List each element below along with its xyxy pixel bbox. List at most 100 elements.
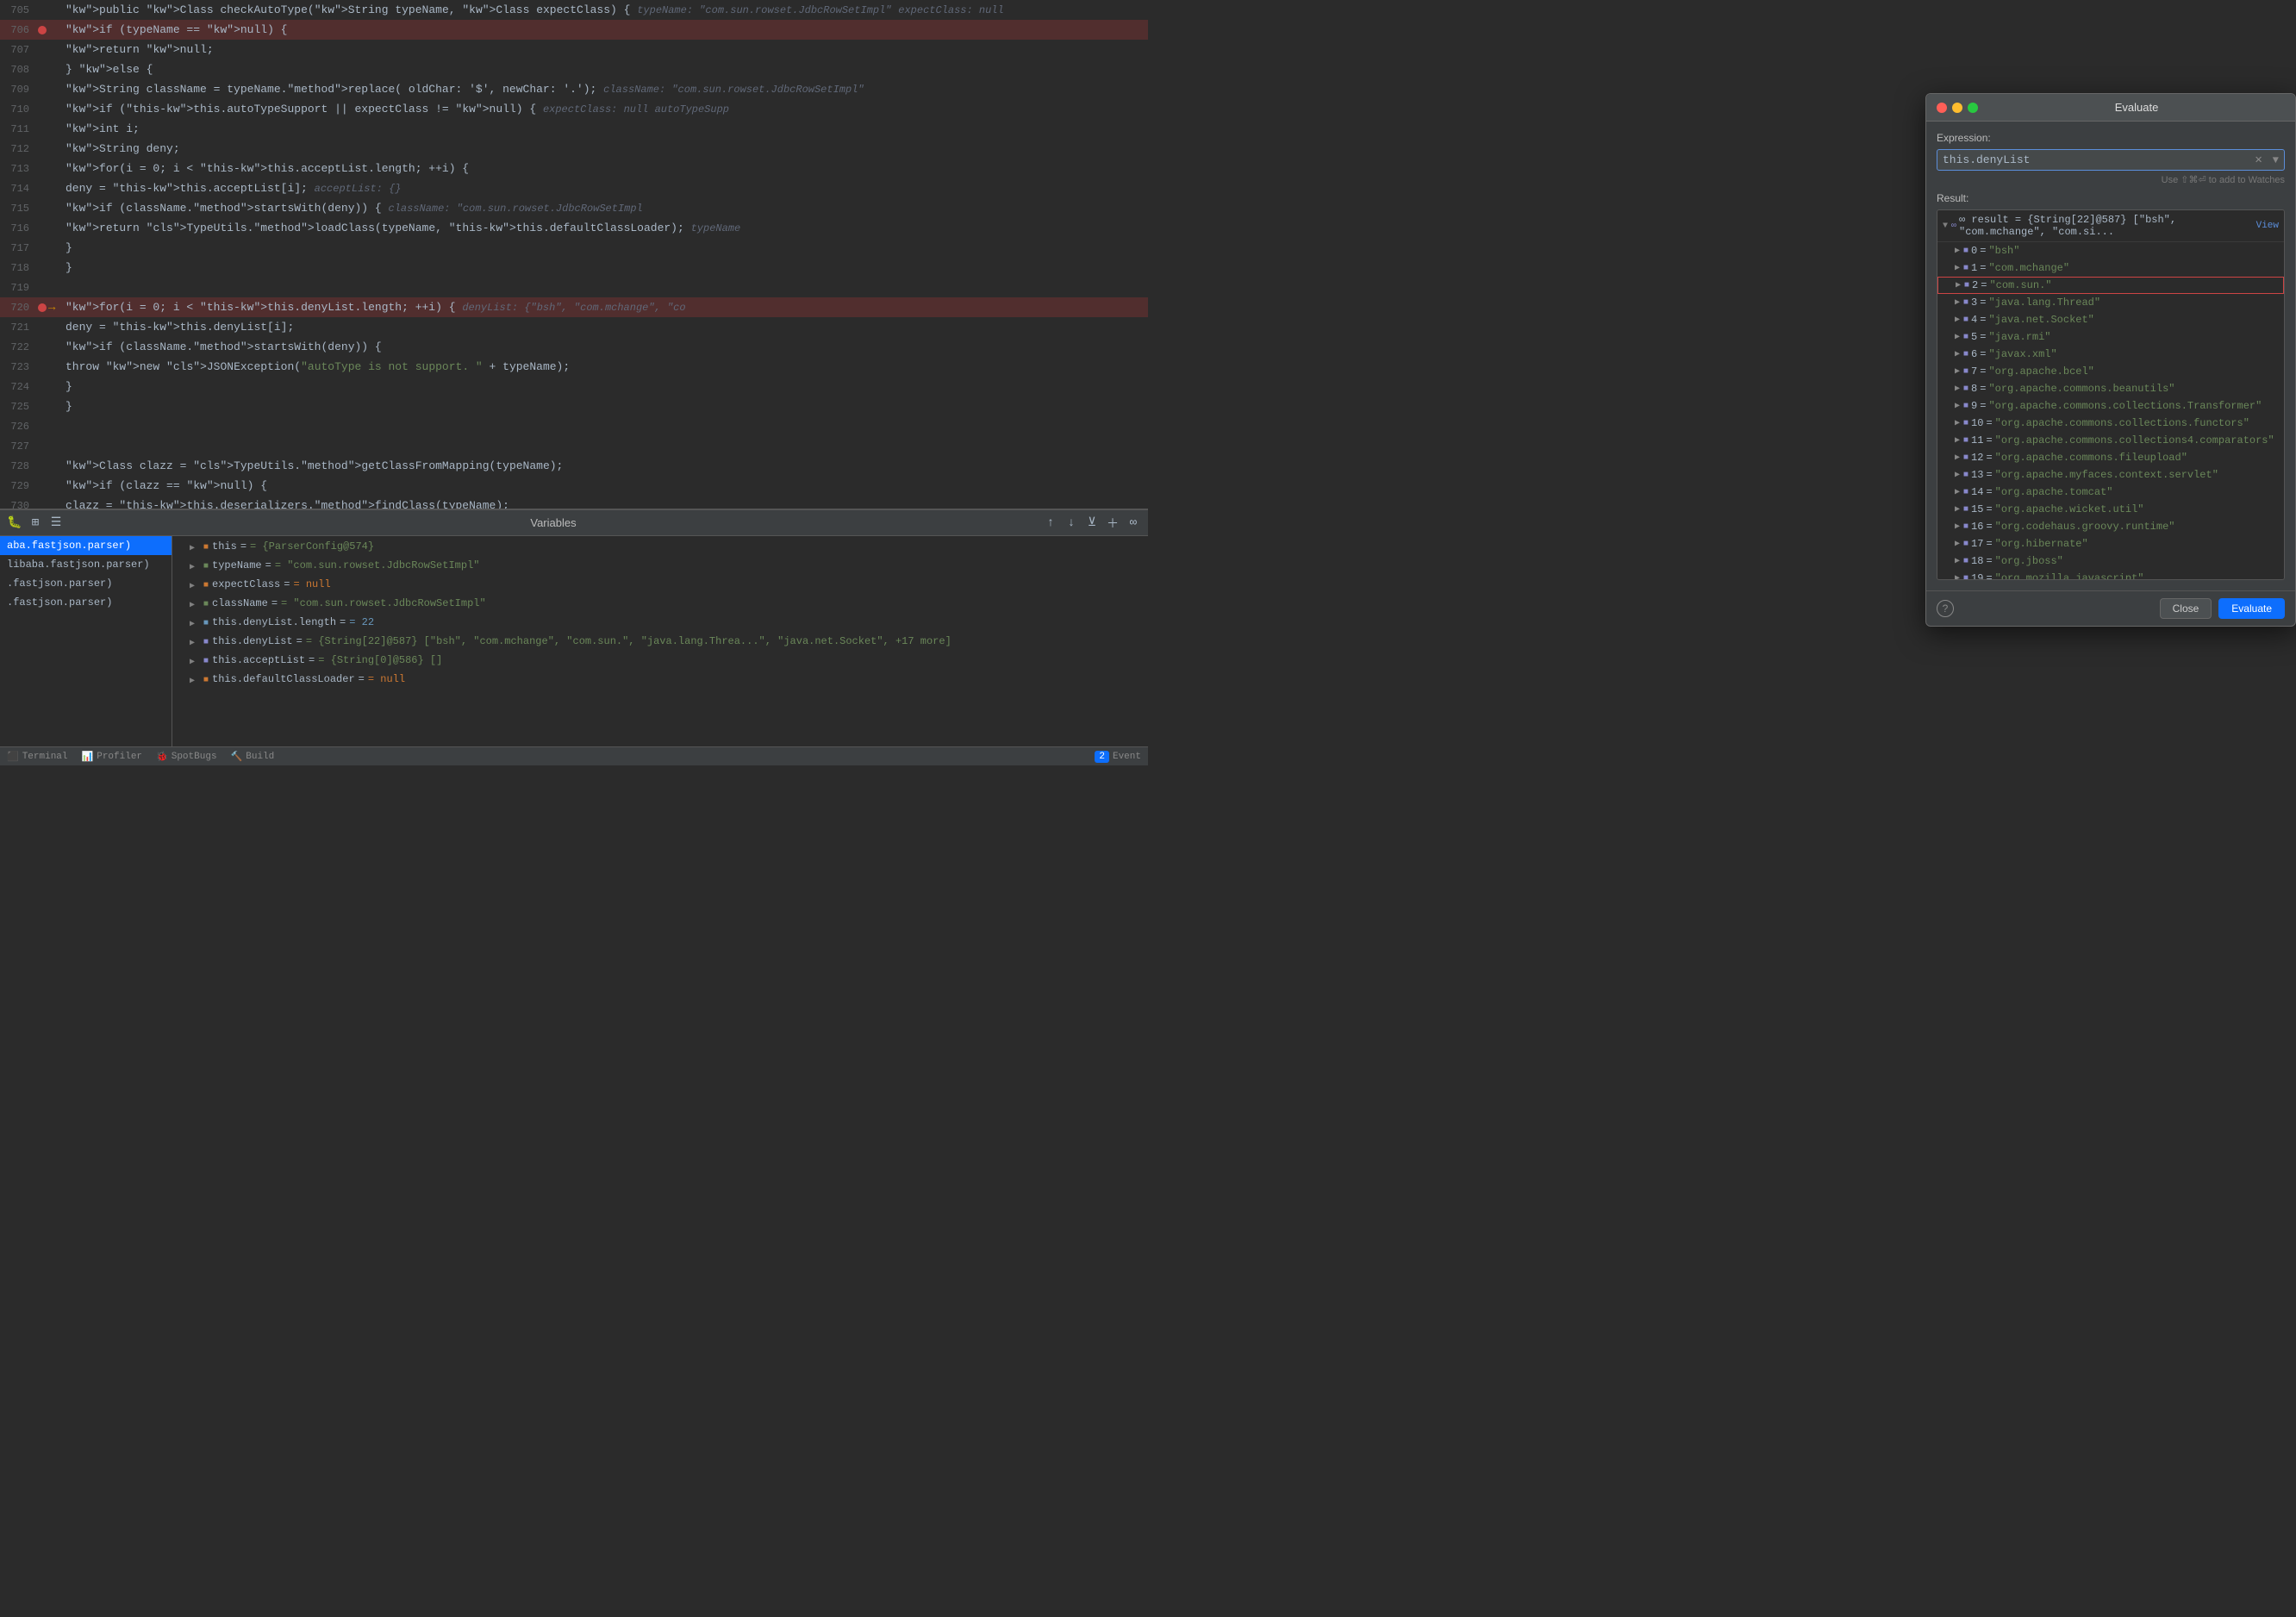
result-item-11[interactable]: ▶ ■ 11 = "org.apache.commons.collections… [1937,432,2284,449]
filter-icon[interactable]: ⊻ [1084,515,1100,531]
call-stack-item-1[interactable]: libaba.fastjson.parser) [0,555,172,574]
result-item-12[interactable]: ▶ ■ 12 = "org.apache.commons.fileupload" [1937,449,2284,466]
item-val-11: "org.apache.commons.collections4.compara… [1995,434,2274,446]
item-val-5: "java.rmi" [1988,331,2050,343]
var-expand-7[interactable]: ▶ [190,676,202,686]
code-line-712: 712 "kw">String deny; [0,139,1148,159]
item-expand-2: ▶ [1956,280,1961,290]
add-icon[interactable]: ＋ [1105,515,1120,531]
result-item-1[interactable]: ▶ ■ 1 = "com.mchange" [1937,259,2284,277]
view-link[interactable]: View [2256,221,2279,231]
step-over-icon[interactable]: ↑ [1043,515,1058,531]
item-index-14: 14 [1971,486,1983,498]
result-item-8[interactable]: ▶ ■ 8 = "org.apache.commons.beanutils" [1937,380,2284,397]
list-icon[interactable]: ☰ [48,515,64,531]
result-root-row[interactable]: ▼ ∞ ∞ result = {String[22]@587} ["bsh", … [1937,210,2284,242]
profiler-button[interactable]: 📊 Profiler [82,751,143,763]
item-expand-18: ▶ [1955,556,1960,566]
result-item-13[interactable]: ▶ ■ 13 = "org.apache.myfaces.context.ser… [1937,466,2284,484]
var-name-3: className [212,597,268,609]
var-row-2[interactable]: ▶ ■ expectClass = = null [172,578,1148,596]
build-button[interactable]: 🔨 Build [231,751,275,763]
var-row-7[interactable]: ▶ ■ this.defaultClassLoader = = null [172,672,1148,691]
result-item-3[interactable]: ▶ ■ 3 = "java.lang.Thread" [1937,294,2284,311]
close-button[interactable]: Close [2160,598,2212,619]
var-icon-1: ■ [203,562,209,571]
result-root-text: ∞ result = {String[22]@587} ["bsh", "com… [1959,214,2251,238]
var-row-0[interactable]: ▶ ■ this = = {ParserConfig@574} [172,540,1148,559]
minimize-traffic-light[interactable] [1952,103,1962,113]
call-stack-item-2[interactable]: .fastjson.parser) [0,574,172,593]
event-badge: 2 [1095,751,1109,763]
result-label: Result: [1937,192,2285,204]
item-expand-19: ▶ [1955,573,1960,580]
call-stack-item-0[interactable]: aba.fastjson.parser) [0,536,172,555]
item-icon-8: ■ [1963,384,1968,394]
code-line-718: 718 } [0,258,1148,278]
item-index-8: 8 [1971,383,1977,395]
variables-header: Variables [69,516,1038,529]
item-val-9: "org.apache.commons.collections.Transfor… [1988,400,2262,412]
var-expand-2[interactable]: ▶ [190,581,202,591]
var-row-6[interactable]: ▶ ■ this.acceptList = = {String[0]@586} … [172,653,1148,672]
var-expand-1[interactable]: ▶ [190,562,202,572]
infinity-icon[interactable]: ∞ [1126,515,1141,531]
item-expand-5: ▶ [1955,332,1960,342]
item-val-2: "com.sun." [1989,279,2051,291]
call-stack-item-3[interactable]: .fastjson.parser) [0,593,172,612]
result-item-17[interactable]: ▶ ■ 17 = "org.hibernate" [1937,535,2284,553]
debug-icon[interactable]: 🐛 [7,515,22,531]
var-row-1[interactable]: ▶ ■ typeName = = "com.sun.rowset.JdbcRow… [172,559,1148,578]
result-item-2[interactable]: ▶ ■ 2 = "com.sun." [1937,277,2284,294]
breakpoint-720[interactable] [36,303,48,312]
code-line-726: 726 [0,416,1148,436]
var-row-3[interactable]: ▶ ■ className = = "com.sun.rowset.JdbcRo… [172,596,1148,615]
table-icon[interactable]: ⊞ [28,515,43,531]
result-item-0[interactable]: ▶ ■ 0 = "bsh" [1937,242,2284,259]
maximize-traffic-light[interactable] [1968,103,1978,113]
var-name-7: this.defaultClassLoader [212,673,355,685]
spotbugs-button[interactable]: 🐞 SpotBugs [156,751,217,763]
var-expand-4[interactable]: ▶ [190,619,202,629]
event-status[interactable]: 2 Event [1095,751,1141,763]
expression-dropdown-button[interactable]: ▼ [2268,154,2284,166]
result-item-16[interactable]: ▶ ■ 16 = "org.codehaus.groovy.runtime" [1937,518,2284,535]
result-item-15[interactable]: ▶ ■ 15 = "org.apache.wicket.util" [1937,501,2284,518]
result-item-7[interactable]: ▶ ■ 7 = "org.apache.bcel" [1937,363,2284,380]
var-row-4[interactable]: ▶ ■ this.denyList.length = = 22 [172,615,1148,634]
result-item-18[interactable]: ▶ ■ 18 = "org.jboss" [1937,553,2284,570]
item-icon-7: ■ [1963,367,1968,377]
var-eq-7: = [359,673,365,685]
expression-input-row[interactable]: ✕ ▼ [1937,149,2285,171]
var-icon-7: ■ [203,676,209,685]
item-expand-16: ▶ [1955,521,1960,532]
item-index-4: 4 [1971,314,1977,326]
step-into-icon[interactable]: ↓ [1064,515,1079,531]
help-button[interactable]: ? [1937,600,1954,617]
item-expand-15: ▶ [1955,504,1960,515]
var-row-5[interactable]: ▶ ■ this.denyList = = {String[22]@587} [… [172,634,1148,653]
var-expand-5[interactable]: ▶ [190,638,202,648]
breakpoint-706[interactable] [36,26,48,34]
item-val-0: "bsh" [1988,245,2019,257]
terminal-button[interactable]: ⬛ Terminal [7,751,68,763]
expression-input[interactable] [1937,150,2249,170]
item-icon-13: ■ [1963,471,1968,480]
expression-clear-button[interactable]: ✕ [2249,153,2267,167]
result-item-6[interactable]: ▶ ■ 6 = "javax.xml" [1937,346,2284,363]
result-item-5[interactable]: ▶ ■ 5 = "java.rmi" [1937,328,2284,346]
var-expand-3[interactable]: ▶ [190,600,202,610]
close-traffic-light[interactable] [1937,103,1947,113]
result-item-14[interactable]: ▶ ■ 14 = "org.apache.tomcat" [1937,484,2284,501]
result-item-10[interactable]: ▶ ■ 10 = "org.apache.commons.collections… [1937,415,2284,432]
item-icon-14: ■ [1963,488,1968,497]
result-item-19[interactable]: ▶ ■ 19 = "org.mozilla.javascript" [1937,570,2284,580]
evaluate-button[interactable]: Evaluate [2218,598,2285,619]
result-item-4[interactable]: ▶ ■ 4 = "java.net.Socket" [1937,311,2284,328]
var-expand-0[interactable]: ▶ [190,543,202,553]
var-expand-6[interactable]: ▶ [190,657,202,667]
result-item-9[interactable]: ▶ ■ 9 = "org.apache.commons.collections.… [1937,397,2284,415]
item-expand-13: ▶ [1955,470,1960,480]
item-icon-5: ■ [1963,333,1968,342]
var-eq-0: = [240,540,246,553]
